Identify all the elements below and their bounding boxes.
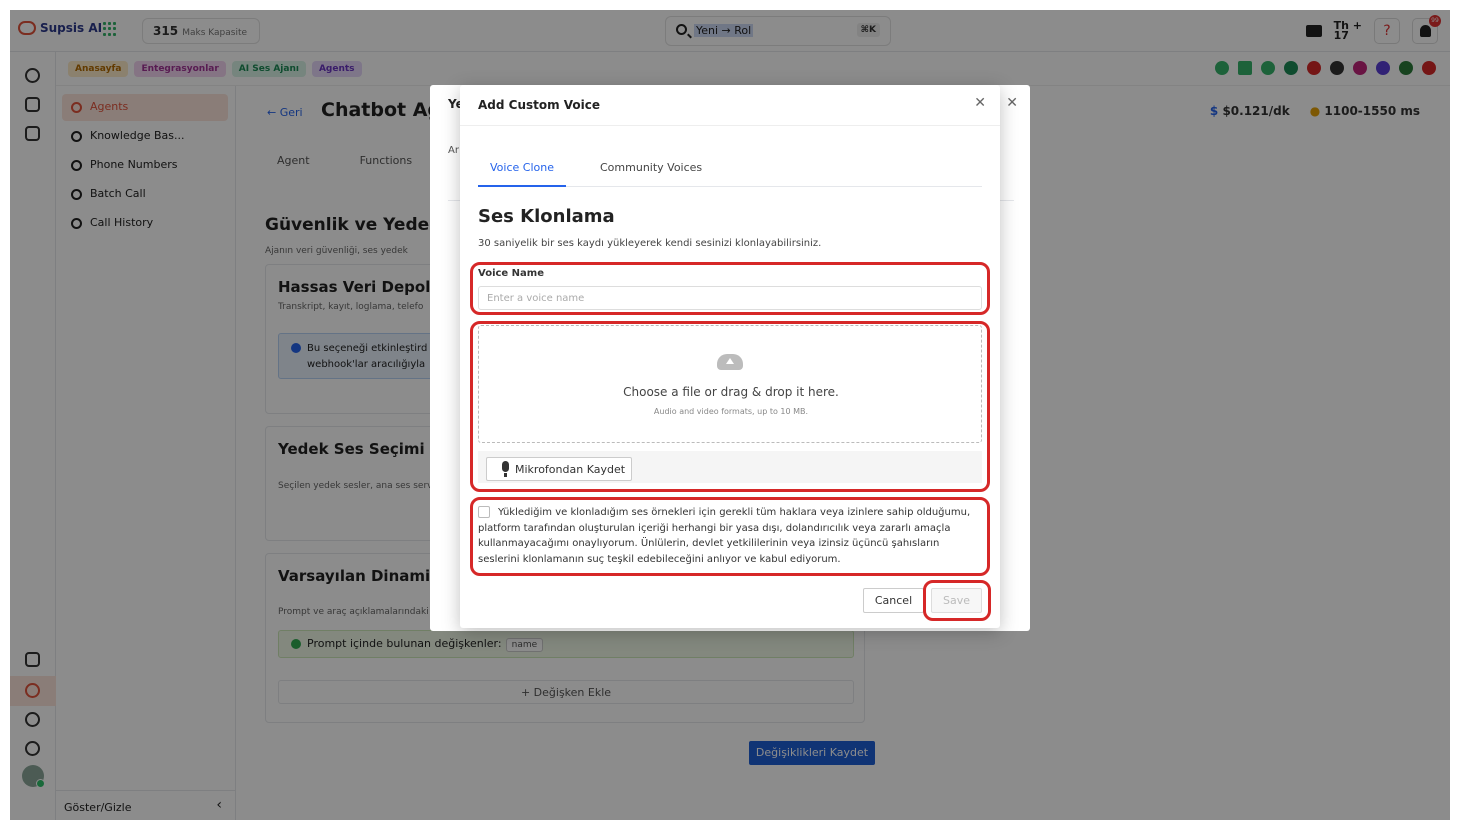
microphone-icon: [502, 461, 509, 477]
section-description: 30 saniyelik bir ses kaydı yükleyerek ke…: [478, 238, 822, 249]
file-dropzone[interactable]: Choose a file or drag & drop it here. Au…: [478, 325, 982, 443]
modal-tabs: Voice Clone Community Voices: [478, 153, 982, 187]
dropzone-title: Choose a file or drag & drop it here.: [623, 385, 839, 399]
record-bar: Mikrofondan Kaydet: [478, 451, 982, 483]
voice-name-label: Voice Name: [478, 268, 545, 279]
app-frame: Supsis AI 315 Maks Kapasite Yeni → Rol ⌘…: [10, 10, 1450, 820]
modal-header: Add Custom Voice ✕: [460, 85, 1000, 126]
consent-text: Yüklediğim ve klonladığım ses örnekleri …: [478, 505, 982, 567]
background-modal-tab[interactable]: Ar: [448, 145, 459, 156]
dropzone-hint: Audio and video formats, up to 10 MB.: [653, 407, 809, 416]
cancel-button[interactable]: Cancel: [863, 588, 924, 613]
record-button-label: Mikrofondan Kaydet: [515, 463, 626, 476]
record-microphone-button[interactable]: Mikrofondan Kaydet: [486, 457, 632, 481]
tab-community-voices[interactable]: Community Voices: [588, 153, 714, 187]
consent-text-content: Yüklediğim ve klonladığım ses örnekleri …: [478, 507, 971, 565]
close-icon[interactable]: ✕: [1006, 95, 1018, 111]
section-heading: Ses Klonlama: [478, 206, 615, 227]
close-icon[interactable]: ✕: [974, 95, 986, 111]
voice-name-input[interactable]: [478, 286, 982, 310]
cloud-upload-icon: [717, 354, 743, 370]
modal-title: Add Custom Voice: [478, 98, 601, 112]
save-button[interactable]: Save: [931, 588, 982, 613]
add-custom-voice-modal: Add Custom Voice ✕ Voice Clone Community…: [460, 85, 1000, 628]
tab-voice-clone[interactable]: Voice Clone: [478, 153, 566, 187]
